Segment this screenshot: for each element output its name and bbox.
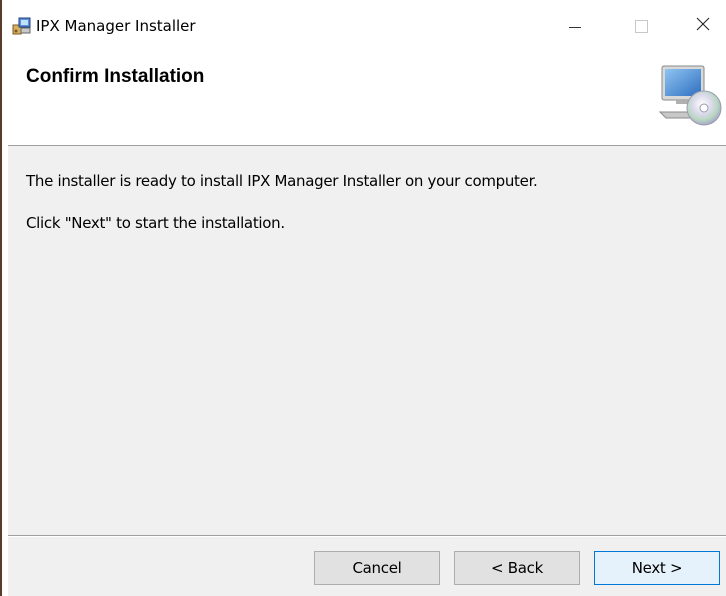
maximize-button[interactable] bbox=[618, 10, 664, 42]
close-icon bbox=[696, 17, 710, 36]
back-button[interactable]: < Back bbox=[454, 551, 580, 585]
computer-cd-icon bbox=[656, 60, 722, 130]
cancel-button[interactable]: Cancel bbox=[314, 551, 440, 585]
ready-message: The installer is ready to install IPX Ma… bbox=[26, 172, 538, 190]
instruction-message: Click "Next" to start the installation. bbox=[26, 214, 285, 232]
button-bar-divider bbox=[8, 535, 726, 537]
header-banner: Confirm Installation bbox=[8, 52, 726, 146]
close-button[interactable] bbox=[680, 10, 726, 42]
maximize-icon bbox=[634, 19, 648, 33]
minimize-button[interactable] bbox=[552, 10, 598, 42]
next-button[interactable]: Next > bbox=[594, 551, 720, 585]
minimize-icon bbox=[569, 26, 581, 28]
title-bar[interactable]: IPX Manager Installer bbox=[8, 0, 726, 52]
installer-window: IPX Manager Installer Confirm Installati… bbox=[8, 0, 726, 596]
background-window-edge bbox=[0, 0, 8, 596]
page-title: Confirm Installation bbox=[26, 66, 205, 87]
window-title: IPX Manager Installer bbox=[36, 17, 196, 35]
installer-package-icon bbox=[12, 16, 32, 36]
